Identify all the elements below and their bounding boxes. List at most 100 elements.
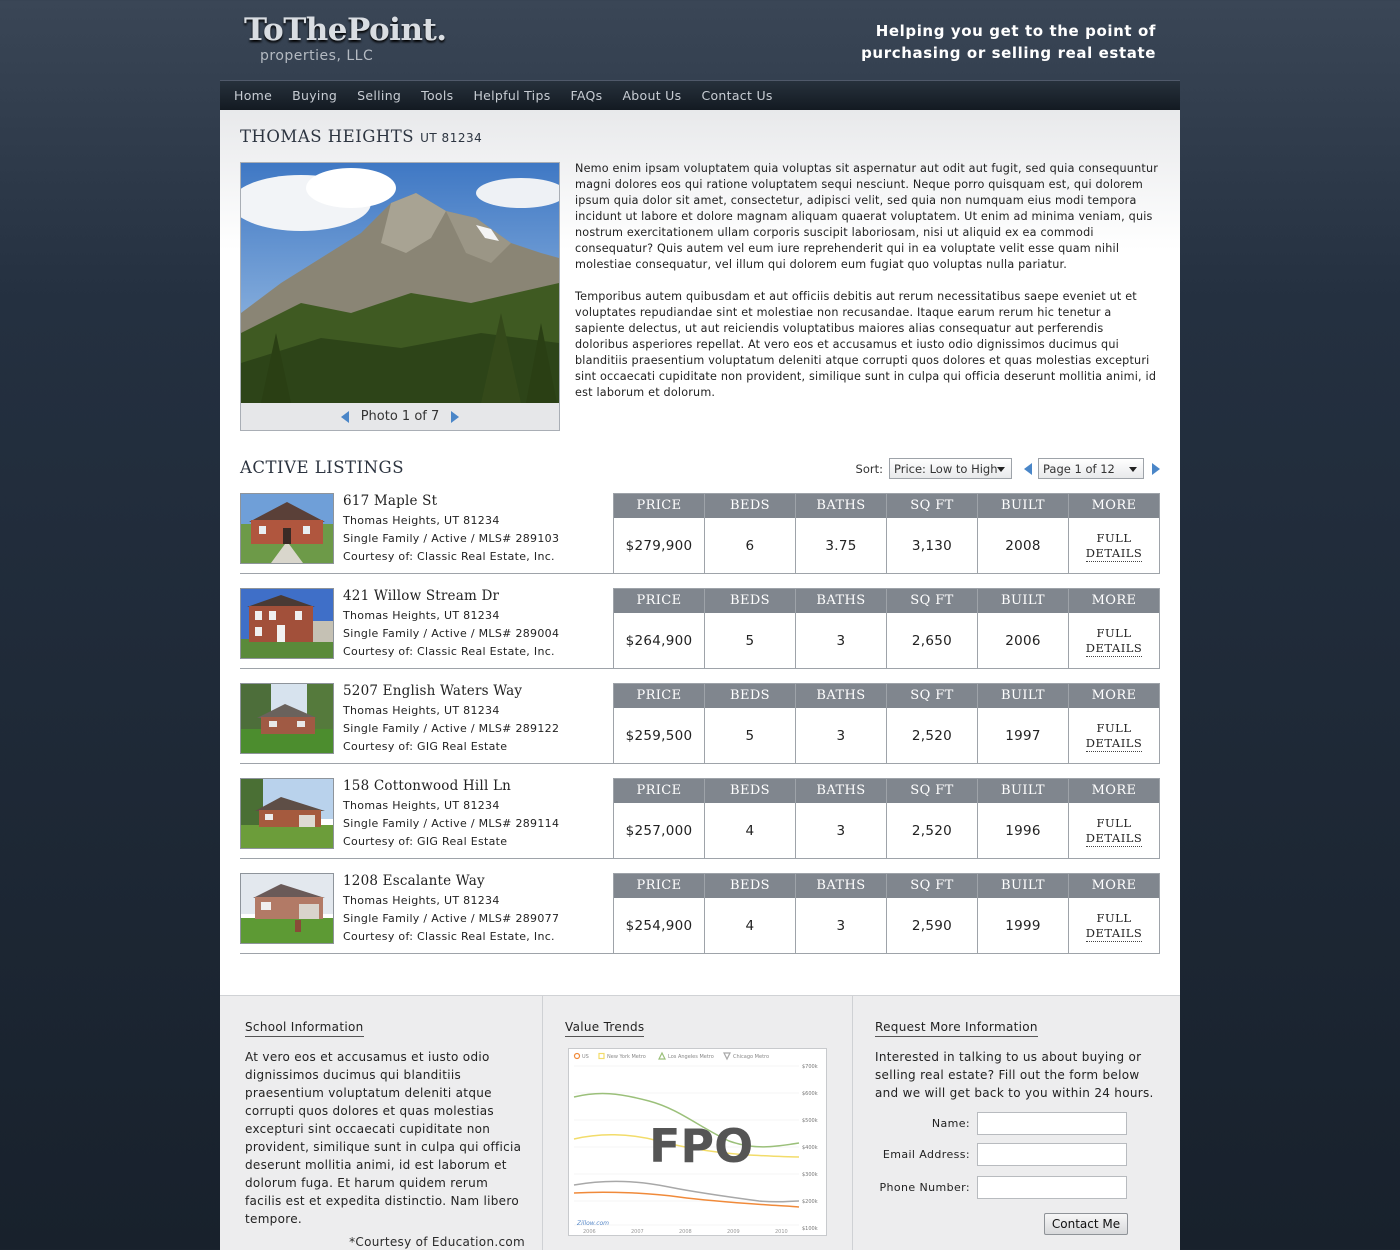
col-header-beds: BEDS <box>705 494 795 518</box>
nav-faqs[interactable]: FAQs <box>561 81 613 110</box>
listing-info: 421 Willow Stream Dr Thomas Heights, UT … <box>343 588 559 661</box>
listing-address[interactable]: 158 Cottonwood Hill Ln <box>343 778 559 794</box>
name-row: Name: <box>875 1112 1127 1135</box>
col-header-price: PRICE <box>614 684 704 708</box>
listing-type: Single Family / Active / MLS# 289103 <box>343 532 560 545</box>
city-name: THOMAS HEIGHTS <box>240 127 415 146</box>
property-photo <box>241 163 559 403</box>
col-header-price: PRICE <box>614 589 704 613</box>
main-nav: Home Buying Selling Tools Helpful Tips F… <box>220 80 1180 110</box>
listing-price: $254,900 <box>625 918 693 934</box>
col-header-beds: BEDS <box>705 874 795 898</box>
listing-info: 5207 English Waters Way Thomas Heights, … <box>343 683 559 756</box>
listing-courtesy: Courtesy of: GIG Real Estate <box>343 740 508 753</box>
y-tick: $500k <box>802 1118 818 1124</box>
listing-built: 2008 <box>1005 538 1041 554</box>
listing-address[interactable]: 617 Maple St <box>343 493 559 509</box>
listing-baths: 3 <box>836 633 846 649</box>
nav-helpful-tips[interactable]: Helpful Tips <box>463 81 560 110</box>
nav-home[interactable]: Home <box>224 81 282 110</box>
listing-address[interactable]: 1208 Escalante Way <box>343 873 559 889</box>
prev-photo-arrow-icon[interactable] <box>340 410 349 423</box>
sort-bar: Sort: Price: Low to High Page 1 of 12 <box>856 458 1160 479</box>
listing-thumbnail[interactable] <box>240 588 334 659</box>
full-details-link[interactable]: FULL DETAILS <box>1085 816 1143 847</box>
full-details-link[interactable]: FULL DETAILS <box>1085 911 1143 942</box>
contact-me-button[interactable]: Contact Me <box>1044 1213 1128 1235</box>
listing-thumbnail[interactable] <box>240 683 334 754</box>
col-header-baths: BATHS <box>796 589 886 613</box>
logo[interactable]: ToThePoint. <box>244 12 447 48</box>
full-details-line1: FULL <box>1096 720 1132 735</box>
col-header-sqft: SQ FT <box>887 684 977 708</box>
full-details-link[interactable]: FULL DETAILS <box>1085 625 1143 657</box>
photo-pager: Photo 1 of 7 <box>241 403 559 430</box>
listing-type: Single Family / Active / MLS# 289114 <box>343 817 560 830</box>
fpo-placeholder: FPO <box>649 1119 754 1173</box>
legend-la: Los Angeles Metro <box>668 1054 714 1060</box>
legend-us: US <box>582 1054 589 1060</box>
col-header-price: PRICE <box>614 779 704 803</box>
listing-courtesy: Courtesy of: GIG Real Estate <box>343 835 508 848</box>
listing-city: Thomas Heights, UT 81234 <box>343 894 500 907</box>
prev-page-arrow-icon[interactable] <box>1024 462 1032 475</box>
listing-row: 158 Cottonwood Hill Ln Thomas Heights, U… <box>240 778 1160 859</box>
y-tick: $700k <box>802 1064 818 1070</box>
tagline: Helping you get to the point of purchasi… <box>861 22 1156 62</box>
listing-courtesy: Courtesy of: Classic Real Estate, Inc. <box>343 930 555 943</box>
col-header-sqft: SQ FT <box>887 494 977 518</box>
listing-type: Single Family / Active / MLS# 289077 <box>343 912 560 925</box>
col-header-built: BUILT <box>978 494 1068 518</box>
full-details-line1: FULL <box>1096 625 1132 640</box>
col-header-built: BUILT <box>978 684 1068 708</box>
page-select[interactable]: Page 1 of 12 <box>1038 458 1144 479</box>
col-header-more: MORE <box>1069 779 1159 803</box>
nav-buying[interactable]: Buying <box>282 81 347 110</box>
phone-row: Phone Number: <box>875 1176 1127 1199</box>
listing-courtesy: Courtesy of: Classic Real Estate, Inc. <box>343 550 555 563</box>
y-tick: $200k <box>802 1199 818 1205</box>
chevron-down-icon <box>997 467 1005 472</box>
listing-sqft: 2,520 <box>911 823 953 839</box>
listing-baths: 3 <box>836 728 846 744</box>
nav-contact-us[interactable]: Contact Us <box>691 81 782 110</box>
header: ToThePoint. properties, LLC Helping you … <box>220 0 1180 80</box>
listing-address[interactable]: 421 Willow Stream Dr <box>343 588 559 604</box>
listing-price: $259,500 <box>625 728 693 744</box>
next-page-arrow-icon[interactable] <box>1152 462 1160 475</box>
listing-stats: PRICE $257,000 BEDS 4 BATHS 3 SQ FT 2,520 BU… <box>613 778 1160 859</box>
listing-city: Thomas Heights, UT 81234 <box>343 799 500 812</box>
col-header-more: MORE <box>1069 494 1159 518</box>
phone-field[interactable] <box>977 1176 1127 1199</box>
next-photo-arrow-icon[interactable] <box>451 410 460 423</box>
photo-gallery: Photo 1 of 7 <box>240 162 560 431</box>
listing-thumbnail[interactable] <box>240 778 334 849</box>
listing-price: $279,900 <box>625 538 693 554</box>
sort-select[interactable]: Price: Low to High <box>889 458 1012 479</box>
nav-about-us[interactable]: About Us <box>612 81 691 110</box>
full-details-link[interactable]: FULL DETAILS <box>1085 530 1143 562</box>
listing-thumbnail[interactable] <box>240 873 334 944</box>
listing-city: Thomas Heights, UT 81234 <box>343 704 500 717</box>
listing-courtesy: Courtesy of: Classic Real Estate, Inc. <box>343 645 555 658</box>
zillow-watermark: Zillow.com <box>576 1220 609 1227</box>
col-header-beds: BEDS <box>705 779 795 803</box>
nav-selling[interactable]: Selling <box>347 81 411 110</box>
full-details-link[interactable]: FULL DETAILS <box>1085 720 1143 752</box>
col-header-more: MORE <box>1069 589 1159 613</box>
col-header-sqft: SQ FT <box>887 589 977 613</box>
listing-address[interactable]: 5207 English Waters Way <box>343 683 559 699</box>
y-tick: $600k <box>802 1091 818 1097</box>
name-field[interactable] <box>977 1112 1127 1135</box>
nav-tools[interactable]: Tools <box>411 81 463 110</box>
listings: 617 Maple St Thomas Heights, UT 81234 Si… <box>240 493 1160 968</box>
y-tick: $300k <box>802 1172 818 1178</box>
x-tick: 2007 <box>631 1229 644 1235</box>
listing-thumbnail[interactable] <box>240 493 334 564</box>
photo-counter: Photo 1 of 7 <box>360 409 440 424</box>
listing-beds: 6 <box>745 538 755 554</box>
email-field[interactable] <box>977 1143 1127 1166</box>
value-trends-chart: US New York Metro Los Angeles Metro Chic… <box>568 1048 827 1236</box>
name-label: Name: <box>931 1117 970 1130</box>
full-details-line1: FULL <box>1096 530 1132 545</box>
